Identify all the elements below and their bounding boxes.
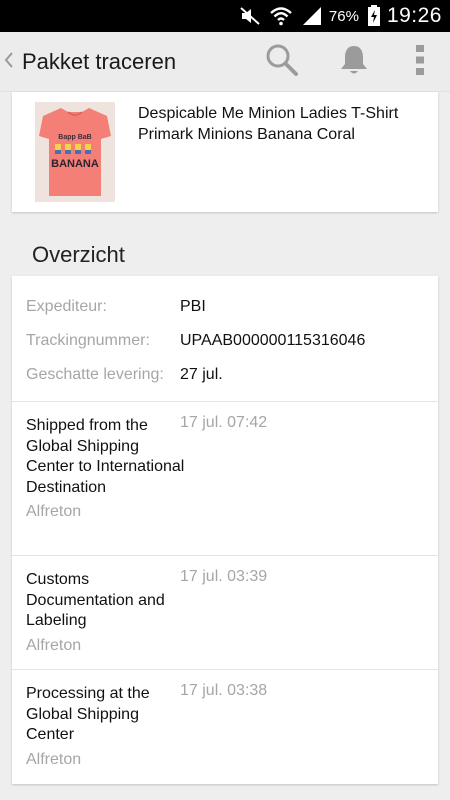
event-description: Customs Documentation and Labeling — [26, 571, 165, 629]
notifications-button[interactable] — [318, 32, 390, 92]
svg-text:BANANA: BANANA — [51, 158, 99, 170]
event-description: Shipped from the Global Shipping Center … — [26, 417, 185, 496]
status-bar: 76% 19:26 — [0, 0, 450, 32]
info-row-estimated-delivery: Geschatte levering: 27 jul. — [26, 364, 424, 398]
battery-charging-icon — [367, 5, 381, 27]
product-title: Despicable Me Minion Ladies T-Shirt Prim… — [138, 105, 399, 143]
tracking-number-label: Trackingnummer: — [26, 332, 150, 349]
signal-icon — [301, 6, 323, 26]
search-button[interactable] — [246, 32, 318, 92]
event-time: 17 jul. 03:38 — [180, 682, 268, 699]
event-location: Alfreton — [26, 750, 82, 768]
estimated-delivery-value: 27 jul. — [180, 366, 223, 383]
estimated-delivery-label: Geschatte levering: — [26, 366, 164, 383]
overflow-menu-icon — [415, 44, 425, 81]
mute-icon — [239, 6, 261, 26]
overflow-menu-button[interactable] — [390, 32, 450, 92]
carrier-value: PBI — [180, 298, 206, 315]
svg-text:Bapp BaB: Bapp BaB — [58, 134, 91, 141]
info-row-carrier: Expediteur: PBI — [26, 296, 424, 330]
event-time: 17 jul. 07:42 — [180, 414, 268, 431]
tracking-event: Customs Documentation and Labeling Alfre… — [12, 556, 438, 670]
event-location: Alfreton — [26, 503, 82, 520]
event-description-block: Processing at the Global Shipping Center… — [26, 684, 186, 770]
tracking-event: Processing at the Global Shipping Center… — [12, 670, 438, 782]
bell-icon — [339, 44, 369, 81]
event-description-block: Shipped from the Global Shipping Center … — [26, 416, 186, 523]
chevron-left-icon — [4, 49, 18, 75]
tracking-details-card: Expediteur: PBI Trackingnummer: UPAAB000… — [12, 276, 438, 784]
wifi-icon — [269, 6, 293, 26]
event-description: Processing at the Global Shipping Center — [26, 685, 150, 743]
back-button[interactable]: Pakket traceren — [0, 32, 176, 92]
event-description-block: Customs Documentation and Labeling Alfre… — [26, 570, 186, 656]
event-location: Alfreton — [26, 636, 82, 654]
tracking-number-value[interactable]: UPAAB000000115316046 — [180, 330, 365, 352]
page-title: Pakket traceren — [22, 48, 177, 74]
clock: 19:26 — [386, 4, 442, 27]
product-image: Bapp BaB BANANA — [35, 102, 115, 202]
section-title-overview: Overzicht — [32, 242, 125, 267]
action-bar: Pakket traceren — [0, 32, 450, 92]
tracking-event: Shipped from the Global Shipping Center … — [12, 402, 438, 556]
product-card[interactable]: Bapp BaB BANANA Despicable Me Minion Lad… — [12, 92, 438, 212]
carrier-label: Expediteur: — [26, 298, 107, 315]
battery-percent: 76% — [328, 7, 359, 25]
info-row-tracking-number: Trackingnummer: UPAAB000000115316046 — [26, 330, 424, 364]
event-time: 17 jul. 03:39 — [180, 568, 268, 585]
search-icon — [265, 43, 299, 82]
shipment-info: Expediteur: PBI Trackingnummer: UPAAB000… — [12, 276, 438, 402]
